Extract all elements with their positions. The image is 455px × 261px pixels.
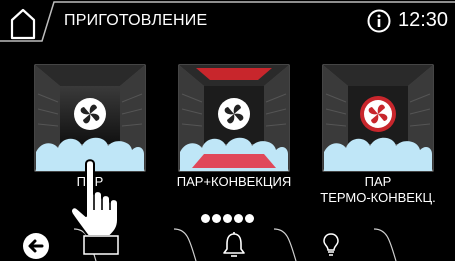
page-dot[interactable]	[245, 214, 254, 223]
header-bar: ПРИГОТОВЛЕНИЕ 12:30	[0, 0, 455, 42]
lightbulb-icon	[323, 233, 339, 256]
page-title: ПРИГОТОВЛЕНИЕ	[64, 12, 208, 29]
page-dot[interactable]	[223, 214, 232, 223]
timer-button[interactable]	[222, 231, 246, 259]
home-button[interactable]	[6, 6, 48, 40]
info-icon	[367, 9, 391, 33]
mode-card-steam-thermo-convection[interactable]	[322, 64, 434, 172]
mode-label-steam-thermo-convection: ПАР ТЕРМО-КОНВЕКЦ.	[320, 174, 436, 205]
page-dot[interactable]	[201, 214, 210, 223]
page-dot[interactable]	[212, 214, 221, 223]
mode-card-steam-convection[interactable]	[178, 64, 290, 172]
back-arrow-icon	[23, 233, 49, 259]
mode-card-steam[interactable]	[34, 64, 146, 172]
info-button[interactable]	[367, 9, 391, 33]
home-icon	[10, 8, 36, 40]
oven-steam-thermo-convection-icon	[322, 64, 434, 172]
oven-steam-icon	[34, 64, 146, 172]
light-button[interactable]	[322, 232, 340, 258]
oven-steam-convection-icon	[178, 64, 290, 172]
page-dot[interactable]	[234, 214, 243, 223]
page-indicator	[201, 214, 261, 226]
bell-icon	[223, 232, 245, 257]
back-button[interactable]	[22, 232, 50, 260]
clock: 12:30	[398, 9, 449, 31]
mode-label-steam-convection: ПАР+КОНВЕКЦИЯ	[176, 174, 292, 189]
pointing-hand-icon	[70, 159, 119, 255]
